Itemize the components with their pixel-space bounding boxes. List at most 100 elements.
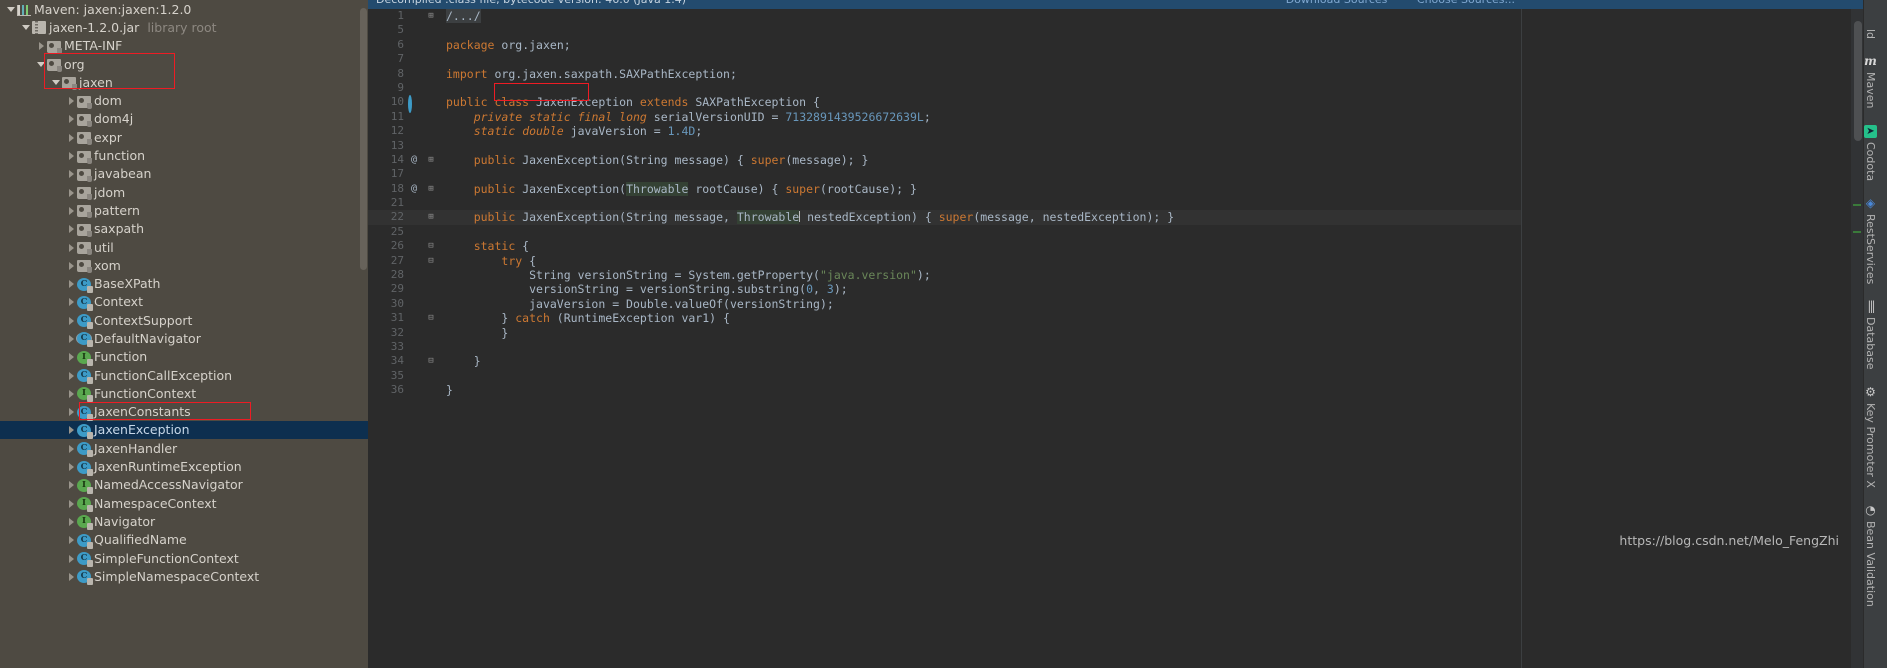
editor-marker-bar[interactable] [1851, 9, 1863, 668]
fold-collapse-icon[interactable]: ⊟ [426, 254, 436, 268]
tree-item-meta-inf[interactable]: META-INF [0, 37, 368, 55]
chevron-right-icon[interactable] [66, 571, 77, 582]
intention-bulb-icon[interactable] [426, 197, 436, 209]
tool-tab-restservices[interactable]: ◈ RestServices [1864, 191, 1877, 294]
tree-item-navigator[interactable]: I Navigator [0, 512, 368, 531]
chevron-right-icon[interactable] [66, 479, 77, 490]
tree-item-saxpath[interactable]: saxpath [0, 220, 368, 238]
tool-tab-codota[interactable]: ➤ Codota [1864, 119, 1877, 191]
chevron-right-icon[interactable] [36, 40, 47, 51]
tree-item-jaxenexception[interactable]: C JaxenException [0, 420, 368, 440]
chevron-right-icon[interactable] [66, 296, 77, 307]
fold-expand-icon[interactable]: ⊞ [426, 9, 436, 23]
line-number: 27 [390, 253, 404, 267]
fold-expand-icon[interactable]: ⊞ [426, 153, 436, 167]
chevron-right-icon[interactable] [66, 461, 77, 472]
chevron-right-icon[interactable] [66, 534, 77, 545]
decompiled-banner-actions[interactable]: Download Sources Choose Sources... [1260, 0, 1515, 6]
tree-item-basexpath[interactable]: C BaseXPath [0, 274, 368, 293]
fold-collapse-icon[interactable]: ⊟ [426, 239, 436, 253]
chevron-right-icon[interactable] [66, 278, 77, 289]
tree-item-defaultnavigator[interactable]: C DefaultNavigator [0, 329, 368, 348]
tree-item-namespacecontext[interactable]: I NamespaceContext [0, 494, 368, 513]
tree-item-function[interactable]: I Function [0, 348, 368, 366]
tree-item-xom[interactable]: xom [0, 256, 368, 274]
tree-item-jaxen-1-2-0-jar[interactable]: jaxen-1.2.0.jar library root [0, 18, 368, 36]
tree-item-util[interactable]: util [0, 238, 368, 256]
chevron-right-icon[interactable] [66, 516, 77, 527]
abstract-class-icon: C [77, 332, 93, 348]
chevron-right-icon[interactable] [66, 260, 77, 271]
chevron-right-icon[interactable] [66, 498, 77, 509]
chevron-down-icon[interactable] [21, 22, 32, 33]
tree-item-label: util [94, 239, 114, 255]
chevron-right-icon[interactable] [66, 205, 77, 216]
chevron-right-icon[interactable] [66, 95, 77, 106]
tool-tab-label: Codota [1864, 141, 1877, 181]
tree-item-namedaccessnavigator[interactable]: I NamedAccessNavigator [0, 476, 368, 494]
chevron-right-icon[interactable] [66, 351, 77, 362]
right-tool-window-bar[interactable]: ld m Maven ➤ Codota ◈ RestServices ||| Database ⚙… [1863, 0, 1887, 668]
tree-item-context[interactable]: C Context [0, 293, 368, 311]
tree-item-javabean[interactable]: javabean [0, 165, 368, 183]
chevron-right-icon[interactable] [66, 113, 77, 124]
code-text: } [446, 383, 453, 398]
chevron-right-icon[interactable] [66, 223, 77, 234]
tree-item-label: org [64, 56, 85, 72]
tree-item-simplenamespacecontext[interactable]: C SimpleNamespaceContext [0, 567, 368, 586]
tree-item-jaxen[interactable]: jaxen [0, 73, 368, 91]
tree-item-label: BaseXPath [94, 276, 161, 292]
chevron-right-icon[interactable] [66, 370, 77, 381]
tree-item-maven-jaxen-jaxen-1-2-0[interactable]: Maven: jaxen:jaxen:1.2.0 [0, 0, 368, 18]
chevron-right-icon[interactable] [66, 150, 77, 161]
tree-item-functioncallexception[interactable]: C FunctionCallException [0, 366, 368, 385]
project-tree-panel[interactable]: Maven: jaxen:jaxen:1.2.0 jaxen-1.2.0.jar l… [0, 0, 368, 668]
tree-item-functioncontext[interactable]: I FunctionContext [0, 384, 368, 403]
tree-item-jaxenruntimeexception[interactable]: C JaxenRuntimeException [0, 457, 368, 476]
tool-tab-ld[interactable]: ld [1864, 6, 1877, 49]
tree-item-expr[interactable]: expr [0, 128, 368, 146]
chevron-right-icon[interactable] [66, 553, 77, 564]
download-sources-link[interactable]: Download Sources [1286, 0, 1388, 6]
line-number: 33 [390, 339, 404, 353]
editor-vertical-scrollbar[interactable] [1854, 21, 1862, 141]
chevron-right-icon[interactable] [66, 443, 77, 454]
chevron-down-icon[interactable] [51, 77, 62, 88]
tree-item-contextsupport[interactable]: C ContextSupport [0, 311, 368, 330]
tool-tab-key-promoter-x[interactable]: ⚙ Key Promoter X [1864, 380, 1877, 498]
code-text: versionString = versionString.substring(… [529, 282, 848, 297]
editor-panel[interactable]: Decompiled .class file, bytecode version… [368, 0, 1863, 668]
fold-collapse-icon[interactable]: ⊟ [426, 311, 436, 325]
tool-tab-maven[interactable]: m Maven [1864, 49, 1877, 118]
tree-item-function[interactable]: function [0, 146, 368, 164]
chevron-right-icon[interactable] [66, 388, 77, 399]
tree-item-pattern[interactable]: pattern [0, 201, 368, 219]
chevron-down-icon[interactable] [6, 4, 17, 15]
tree-item-jaxenconstants[interactable]: C JaxenConstants [0, 403, 368, 421]
chevron-right-icon[interactable] [66, 315, 77, 326]
tree-item-org[interactable]: org [0, 55, 368, 73]
tree-item-qualifiedname[interactable]: C QualifiedName [0, 531, 368, 549]
tree-item-jaxenhandler[interactable]: C JaxenHandler [0, 439, 368, 458]
tree-item-simplefunctioncontext[interactable]: C SimpleFunctionContext [0, 549, 368, 568]
chevron-right-icon[interactable] [66, 187, 77, 198]
tree-item-jdom[interactable]: jdom [0, 183, 368, 201]
tree-item-dom4j[interactable]: dom4j [0, 110, 368, 128]
class-icon: C [77, 460, 93, 476]
chevron-right-icon[interactable] [66, 168, 77, 179]
chevron-right-icon[interactable] [66, 333, 77, 344]
tool-tab-database[interactable]: ||| Database [1864, 294, 1877, 380]
chevron-right-icon[interactable] [66, 132, 77, 143]
tree-item-dom[interactable]: dom [0, 91, 368, 109]
fold-expand-icon[interactable]: ⊞ [426, 182, 436, 196]
class-marker-icon[interactable] [408, 95, 418, 114]
chevron-right-icon[interactable] [66, 406, 77, 417]
tool-tab-bean-validation[interactable]: ◔ Bean Validation [1864, 498, 1877, 617]
project-tree-scrollbar[interactable] [360, 8, 367, 270]
chevron-right-icon[interactable] [66, 424, 77, 435]
chevron-right-icon[interactable] [66, 242, 77, 253]
fold-expand-icon[interactable]: ⊞ [426, 210, 436, 224]
chevron-down-icon[interactable] [36, 59, 47, 70]
fold-collapse-icon[interactable]: ⊟ [426, 354, 436, 368]
choose-sources-link[interactable]: Choose Sources... [1417, 0, 1515, 6]
